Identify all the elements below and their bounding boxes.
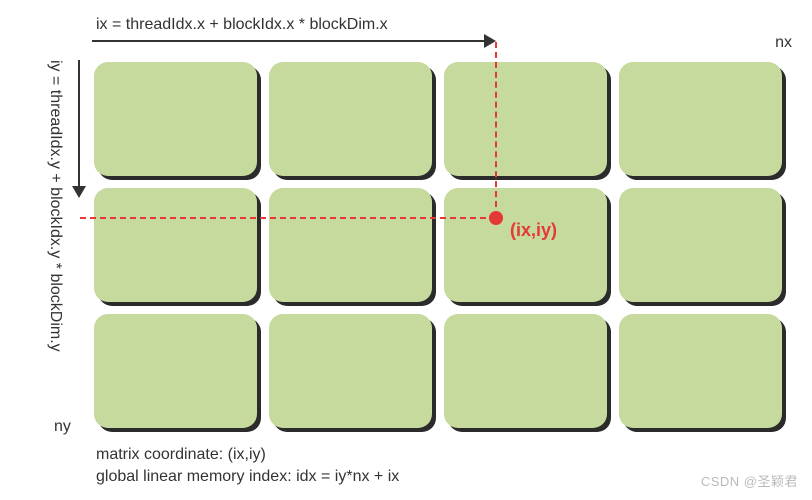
horizontal-guide [80, 217, 496, 219]
thread-block [94, 188, 257, 302]
thread-block [94, 314, 257, 428]
target-point [489, 211, 503, 225]
iy-formula-label: iy = threadIdx.y + blockIdx.y * blockDim… [46, 60, 64, 352]
block-cell [613, 182, 788, 308]
thread-block [619, 188, 782, 302]
block-cell [88, 56, 263, 182]
thread-block [619, 314, 782, 428]
block-cell [88, 182, 263, 308]
block-cell [88, 308, 263, 434]
block-cell [263, 182, 438, 308]
thread-block [444, 314, 607, 428]
block-cell [438, 308, 613, 434]
vertical-guide [495, 42, 497, 217]
caption-linear-index: global linear memory index: idx = iy*nx … [96, 468, 399, 486]
block-cell [263, 308, 438, 434]
thread-block [94, 62, 257, 176]
ix-axis-line [92, 40, 488, 42]
block-cell [613, 56, 788, 182]
iy-axis-line [78, 60, 80, 190]
target-point-label: (ix,iy) [510, 220, 557, 241]
nx-label: nx [775, 34, 792, 52]
iy-axis-arrowhead [72, 186, 86, 198]
thread-block [444, 62, 607, 176]
ny-label: ny [54, 418, 71, 436]
block-cell [438, 56, 613, 182]
block-grid [88, 56, 788, 434]
thread-block [619, 62, 782, 176]
thread-block [269, 188, 432, 302]
block-cell [263, 56, 438, 182]
thread-block [444, 188, 607, 302]
caption-matrix-coordinate: matrix coordinate: (ix,iy) [96, 446, 266, 464]
block-cell [438, 182, 613, 308]
block-cell [613, 308, 788, 434]
ix-formula-label: ix = threadIdx.x + blockIdx.x * blockDim… [96, 16, 388, 34]
thread-block [269, 314, 432, 428]
watermark: CSDN @圣颖君 [701, 471, 798, 490]
diagram-root: ix = threadIdx.x + blockIdx.x * blockDim… [0, 0, 812, 500]
thread-block [269, 62, 432, 176]
